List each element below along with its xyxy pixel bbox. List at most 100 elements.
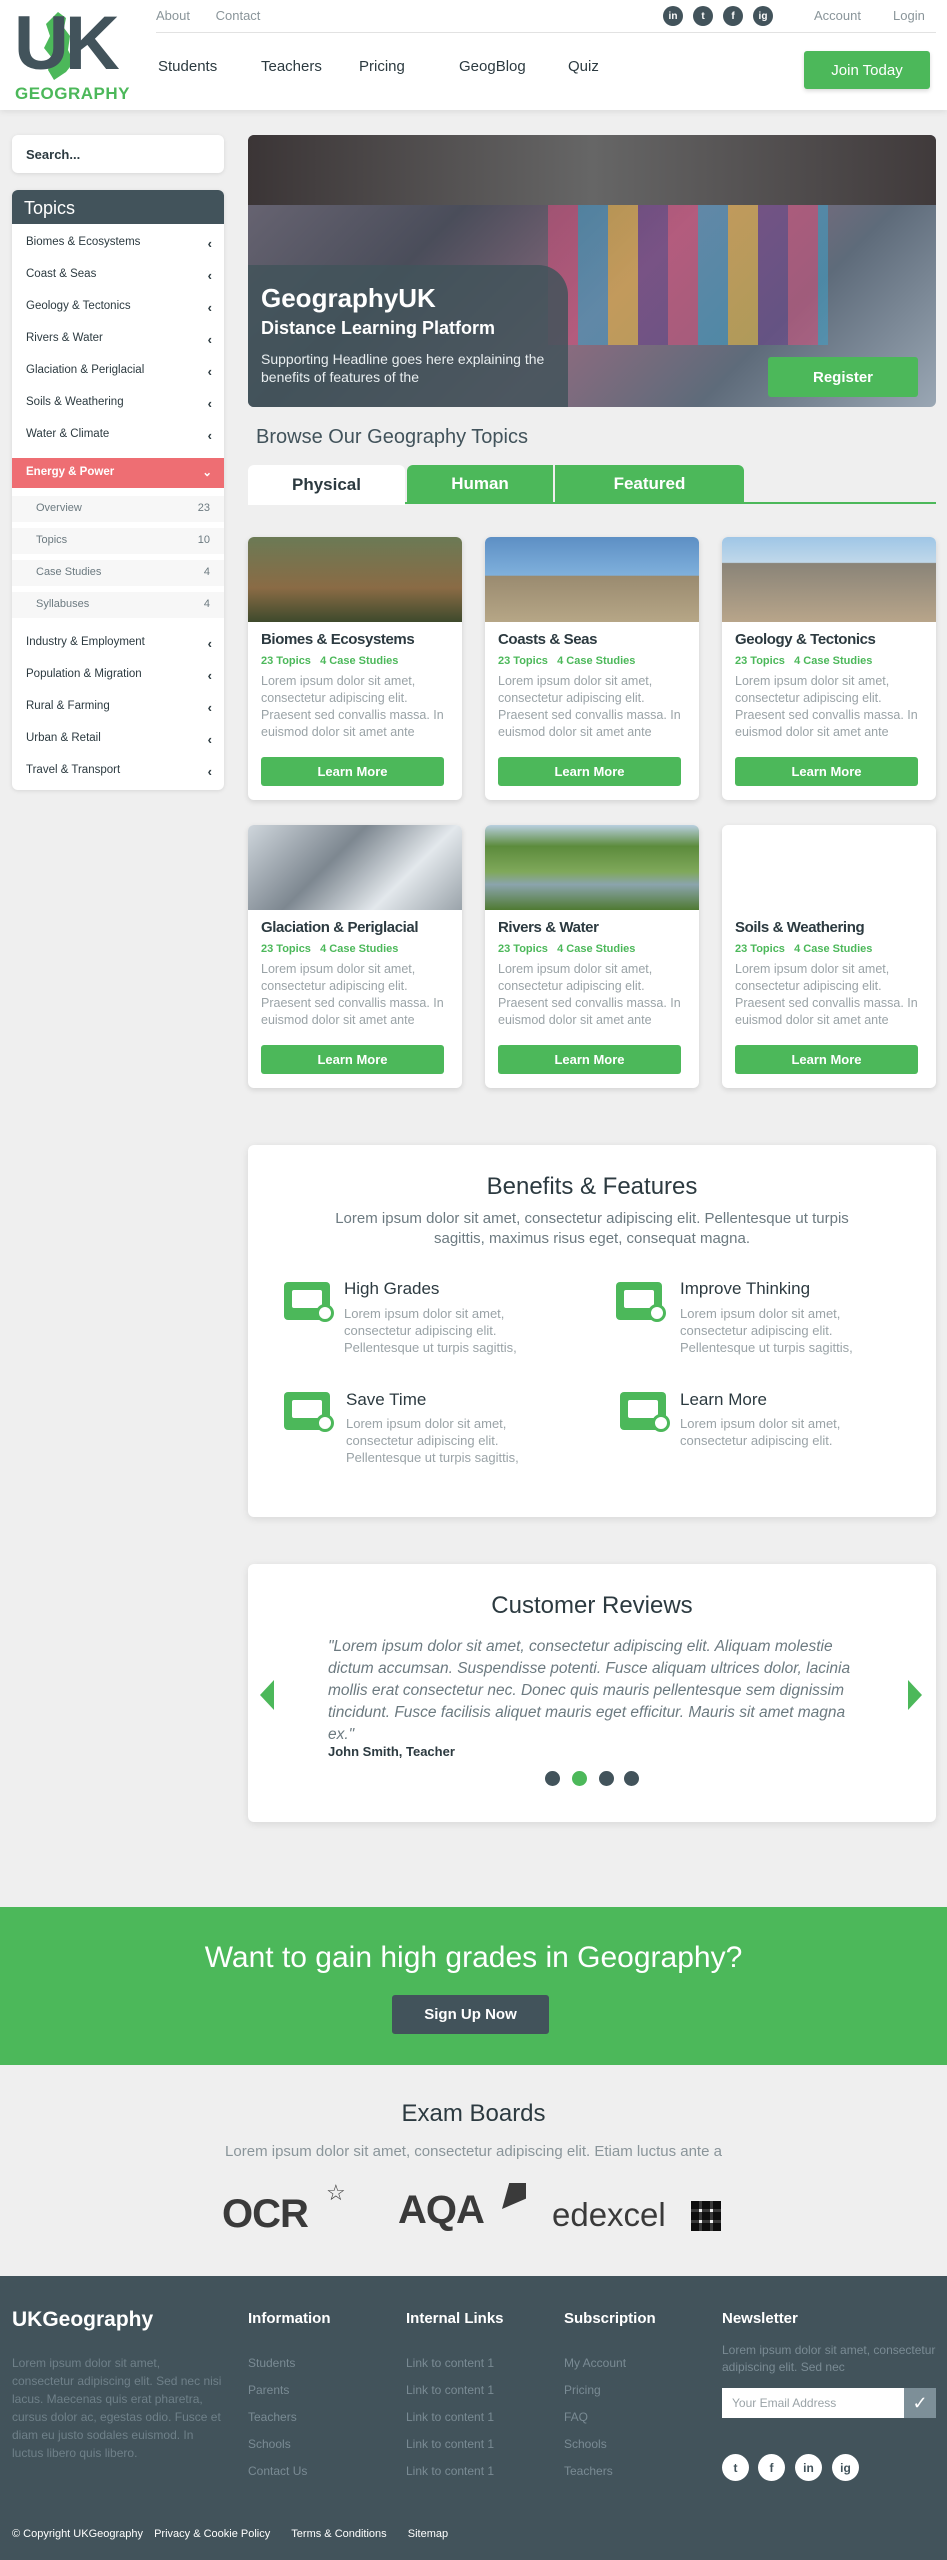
footer-link[interactable]: Link to content 1 [406, 2437, 494, 2451]
sidebar-item-water-climate[interactable]: Water & Climate ‹ [12, 428, 224, 443]
join-today-button[interactable]: Join Today [804, 51, 930, 89]
footer-link[interactable]: My Account [564, 2356, 626, 2370]
card-title[interactable]: Rivers & Water [498, 919, 599, 936]
footer-link[interactable]: Link to content 1 [406, 2383, 494, 2397]
footer-link[interactable]: Link to content 1 [406, 2356, 494, 2370]
footer-subscription-title: Subscription [564, 2310, 656, 2327]
facebook-icon[interactable]: f [723, 6, 743, 26]
review-author: John Smith, Teacher [328, 1744, 455, 1759]
footer-link[interactable]: Parents [248, 2383, 289, 2397]
instagram-icon[interactable]: ig [832, 2454, 859, 2481]
sidebar-item-coast[interactable]: Coast & Seas ‹ [12, 268, 224, 283]
sidebar-item-rural[interactable]: Rural & Farming ‹ [12, 700, 224, 715]
tab-human[interactable]: Human [407, 465, 553, 503]
search-input[interactable]: Search... [12, 135, 224, 173]
login-link[interactable]: Login [893, 8, 925, 23]
certificate-icon [284, 1392, 334, 1432]
chevron-left-icon: ‹ [207, 700, 212, 715]
learn-more-button[interactable]: Learn More [735, 1045, 918, 1074]
facebook-icon[interactable]: f [758, 2454, 785, 2481]
nav-geogblog[interactable]: GeogBlog [459, 58, 526, 75]
nav-quiz[interactable]: Quiz [568, 58, 599, 75]
tab-featured[interactable]: Featured [555, 465, 744, 503]
sign-up-button[interactable]: Sign Up Now [392, 1995, 549, 2034]
card-title[interactable]: Geology & Tectonics [735, 631, 876, 648]
carousel-dot[interactable] [624, 1771, 639, 1786]
hero-graffiti [548, 205, 828, 345]
ocr-logo[interactable]: OCR [222, 2192, 309, 2237]
carousel-dot-active[interactable] [572, 1771, 587, 1786]
register-button[interactable]: Register [768, 357, 918, 397]
sidebar-item-glaciation[interactable]: Glaciation & Periglacial ‹ [12, 364, 224, 379]
sub-label: Case Studies [36, 566, 102, 578]
twitter-icon[interactable]: t [693, 6, 713, 26]
chevron-left-icon: ‹ [207, 364, 212, 379]
logo[interactable]: UK [14, 4, 120, 84]
card-text: Lorem ipsum dolor sit amet, consectetur … [735, 962, 918, 1027]
sidebar-item-geology[interactable]: Geology & Tectonics ‹ [12, 300, 224, 315]
learn-more-button[interactable]: Learn More [498, 757, 681, 786]
sitemap-link[interactable]: Sitemap [408, 2528, 448, 2540]
learn-more-button[interactable]: Learn More [498, 1045, 681, 1074]
sidebar-item-industry[interactable]: Industry & Employment ‹ [12, 636, 224, 651]
linkedin-icon[interactable]: in [663, 6, 683, 26]
footer-link[interactable]: Contact Us [248, 2464, 307, 2478]
logo-subtitle[interactable]: GEOGRAPHY [15, 84, 130, 104]
sidebar-item-energy-active[interactable]: Energy & Power ⌄ [12, 458, 224, 488]
privacy-link[interactable]: Privacy & Cookie Policy [154, 2528, 270, 2540]
linkedin-icon[interactable]: in [795, 2454, 822, 2481]
card-text: Lorem ipsum dolor sit amet, consectetur … [735, 674, 918, 739]
nav-students[interactable]: Students [158, 58, 217, 75]
footer-link[interactable]: Link to content 1 [406, 2410, 494, 2424]
terms-link[interactable]: Terms & Conditions [291, 2528, 386, 2540]
sidebar-item-travel[interactable]: Travel & Transport ‹ [12, 764, 224, 779]
footer-link[interactable]: Pricing [564, 2383, 601, 2397]
sidebar-sub-case-studies[interactable]: Case Studies 4 [12, 560, 224, 586]
carousel-prev-icon[interactable] [260, 1680, 274, 1710]
sidebar-sub-syllabuses[interactable]: Syllabuses 4 [12, 592, 224, 618]
footer-link[interactable]: Teachers [564, 2464, 613, 2478]
learn-more-button[interactable]: Learn More [735, 757, 918, 786]
carousel-next-icon[interactable] [908, 1680, 922, 1710]
learn-more-button[interactable]: Learn More [261, 1045, 444, 1074]
carousel-dot[interactable] [545, 1771, 560, 1786]
sidebar-item-population[interactable]: Population & Migration ‹ [12, 668, 224, 683]
sidebar-item-urban[interactable]: Urban & Retail ‹ [12, 732, 224, 747]
sidebar-sub-overview[interactable]: Overview 23 [12, 496, 224, 522]
card-title[interactable]: Biomes & Ecosystems [261, 631, 415, 648]
sidebar-item-rivers[interactable]: Rivers & Water ‹ [12, 332, 224, 347]
instagram-icon[interactable]: ig [753, 6, 773, 26]
card-title[interactable]: Soils & Weathering [735, 919, 865, 936]
card-meta: 23 Topics 4 Case Studies [735, 943, 872, 955]
sidebar-item-biomes[interactable]: Biomes & Ecosystems ‹ [12, 236, 224, 251]
nav-teachers[interactable]: Teachers [261, 58, 322, 75]
sidebar-sub-topics[interactable]: Topics 10 [12, 528, 224, 554]
contact-link[interactable]: Contact [216, 8, 261, 23]
card-text: Lorem ipsum dolor sit amet, consectetur … [261, 674, 444, 739]
checkmark-icon[interactable]: ✓ [904, 2388, 936, 2418]
aqa-logo[interactable]: AQA [398, 2188, 485, 2233]
newsletter-email-input[interactable]: Your Email Address [722, 2388, 904, 2418]
carousel-dot[interactable] [599, 1771, 614, 1786]
card-title[interactable]: Glaciation & Periglacial [261, 919, 419, 936]
learn-more-button[interactable]: Learn More [261, 757, 444, 786]
card-text: Lorem ipsum dolor sit amet, consectetur … [261, 962, 444, 1027]
about-link[interactable]: About [156, 8, 190, 23]
tab-physical[interactable]: Physical [248, 465, 405, 505]
sidebar-item-soils[interactable]: Soils & Weathering ‹ [12, 396, 224, 411]
footer-link[interactable]: Students [248, 2356, 295, 2370]
footer-link[interactable]: Schools [248, 2437, 291, 2451]
feature-text: Lorem ipsum dolor sit amet, consectetur … [346, 1416, 519, 1465]
header-divider [156, 32, 936, 33]
footer-link[interactable]: FAQ [564, 2410, 588, 2424]
review-quote: "Lorem ipsum dolor sit amet, consectetur… [328, 1638, 851, 1743]
footer-link[interactable]: Teachers [248, 2410, 297, 2424]
account-link[interactable]: Account [814, 8, 861, 23]
footer-link[interactable]: Link to content 1 [406, 2464, 494, 2478]
nav-pricing[interactable]: Pricing [359, 58, 405, 75]
card-title[interactable]: Coasts & Seas [498, 631, 597, 648]
twitter-icon[interactable]: t [722, 2454, 749, 2481]
edexcel-logo[interactable]: edexcel [552, 2196, 666, 2234]
footer-link[interactable]: Schools [564, 2437, 607, 2451]
chevron-left-icon: ‹ [207, 268, 212, 283]
